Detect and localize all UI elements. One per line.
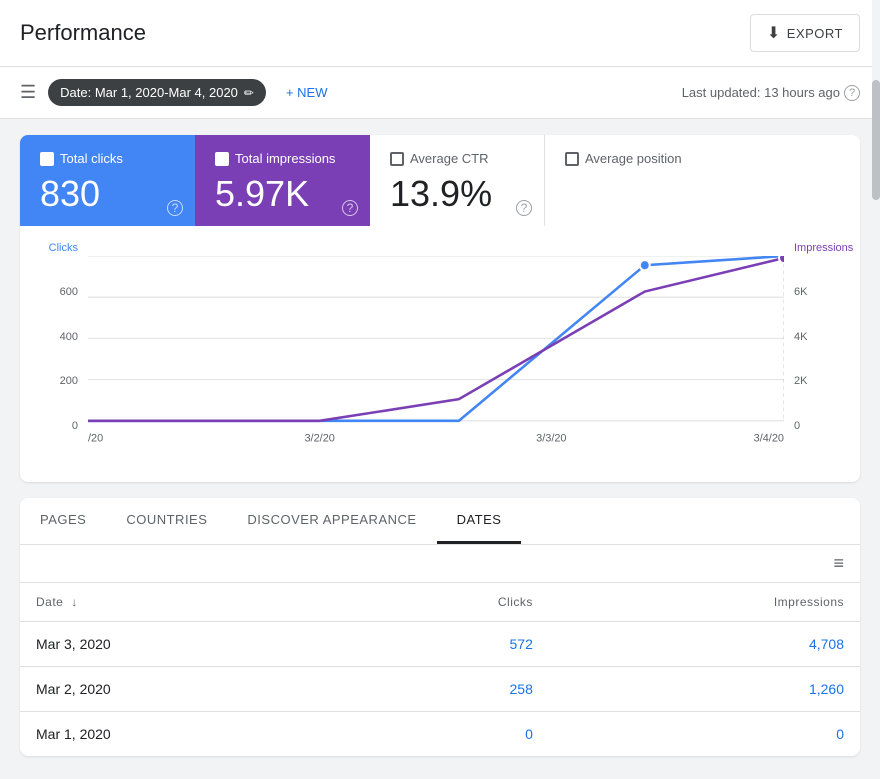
clicks-label-row: Total clicks xyxy=(40,151,175,166)
cell-clicks[interactable]: 0 xyxy=(345,711,549,756)
table-card: PAGES COUNTRIES DISCOVER APPEARANCE DATE… xyxy=(20,498,860,756)
impressions-checkbox[interactable] xyxy=(215,152,229,166)
impressions-label-row: Total impressions xyxy=(215,151,350,166)
toolbar: ☰ Date: Mar 1, 2020-Mar 4, 2020 ✏ + NEW … xyxy=(0,67,880,119)
impressions-label: Total impressions xyxy=(235,151,335,166)
cell-impressions[interactable]: 0 xyxy=(549,711,860,756)
app-container: Performance ⬇ EXPORT ☰ Date: Mar 1, 2020… xyxy=(0,0,880,779)
scrollbar-thumb[interactable] xyxy=(872,80,880,200)
sort-filter-icon[interactable]: ≡ xyxy=(833,553,844,574)
chart-area: Clicks 600 400 200 0 Impressions 6K 4K 2… xyxy=(20,226,860,482)
y-left-0: 0 xyxy=(40,420,78,432)
col-date[interactable]: Date ↓ xyxy=(20,583,345,622)
position-label: Average position xyxy=(585,151,682,166)
tabs-row: PAGES COUNTRIES DISCOVER APPEARANCE DATE… xyxy=(20,498,860,545)
clicks-label: Total clicks xyxy=(60,151,123,166)
y-left-400: 400 xyxy=(40,331,78,343)
clicks-help-icon[interactable]: ? xyxy=(167,200,183,216)
ctr-label-row: Average CTR xyxy=(390,151,524,166)
svg-text:3/2/20: 3/2/20 xyxy=(304,432,334,444)
y-right-4k: 4K xyxy=(794,331,840,343)
chart-wrapper: Clicks 600 400 200 0 Impressions 6K 4K 2… xyxy=(40,242,840,462)
position-label-row: Average position xyxy=(565,151,840,166)
metrics-row: Total clicks 830 ? Total impressions 5.9… xyxy=(20,135,860,226)
table-row: Mar 2, 2020 258 1,260 xyxy=(20,666,860,711)
chart-label-impressions: Impressions xyxy=(794,242,840,254)
y-right-6k: 6K xyxy=(794,286,840,298)
tab-countries[interactable]: COUNTRIES xyxy=(106,498,227,544)
cell-date: Mar 2, 2020 xyxy=(20,666,345,711)
tab-pages[interactable]: PAGES xyxy=(20,498,106,544)
chart-svg-wrapper: 3/1/20 3/2/20 3/3/20 3/4/20 xyxy=(88,256,784,462)
impressions-help-icon[interactable]: ? xyxy=(342,200,358,216)
tab-discover[interactable]: DISCOVER APPEARANCE xyxy=(227,498,436,544)
cell-clicks[interactable]: 258 xyxy=(345,666,549,711)
download-icon: ⬇ xyxy=(767,23,781,43)
table-row: Mar 3, 2020 572 4,708 xyxy=(20,621,860,666)
clicks-metric[interactable]: Total clicks 830 ? xyxy=(20,135,195,226)
new-filter-button[interactable]: + NEW xyxy=(278,79,336,106)
ctr-label: Average CTR xyxy=(410,151,489,166)
table-header-row: Date ↓ Clicks Impressions xyxy=(20,583,860,622)
y-left-200: 200 xyxy=(40,375,78,387)
position-checkbox[interactable] xyxy=(565,152,579,166)
chart-label-clicks: Clicks xyxy=(40,242,78,254)
cell-impressions[interactable]: 4,708 xyxy=(549,621,860,666)
ctr-metric[interactable]: Average CTR 13.9% ? xyxy=(370,135,545,226)
impressions-value: 5.97K xyxy=(215,174,350,214)
edit-icon: ✏ xyxy=(244,86,254,100)
ctr-checkbox[interactable] xyxy=(390,152,404,166)
svg-text:3/3/20: 3/3/20 xyxy=(536,432,566,444)
table-toolbar: ≡ xyxy=(20,545,860,583)
export-button[interactable]: ⬇ EXPORT xyxy=(750,14,860,52)
tab-dates[interactable]: DATES xyxy=(437,498,522,544)
cell-clicks[interactable]: 572 xyxy=(345,621,549,666)
metrics-card: Total clicks 830 ? Total impressions 5.9… xyxy=(20,135,860,482)
y-left-600: 600 xyxy=(40,286,78,298)
svg-text:3/1/20: 3/1/20 xyxy=(88,432,103,444)
svg-text:3/4/20: 3/4/20 xyxy=(754,432,784,444)
cell-impressions[interactable]: 1,260 xyxy=(549,666,860,711)
page-header: Performance ⬇ EXPORT xyxy=(0,0,880,67)
page-title: Performance xyxy=(20,20,146,46)
cell-date: Mar 1, 2020 xyxy=(20,711,345,756)
date-range-chip[interactable]: Date: Mar 1, 2020-Mar 4, 2020 ✏ xyxy=(48,79,266,106)
ctr-value: 13.9% xyxy=(390,174,524,214)
clicks-value: 830 xyxy=(40,174,175,214)
chart-svg: 3/1/20 3/2/20 3/3/20 3/4/20 xyxy=(88,256,784,462)
help-icon[interactable]: ? xyxy=(844,85,860,101)
col-impressions: Impressions xyxy=(549,583,860,622)
toolbar-left: ☰ Date: Mar 1, 2020-Mar 4, 2020 ✏ + NEW xyxy=(20,79,336,106)
main-content: Total clicks 830 ? Total impressions 5.9… xyxy=(0,119,880,772)
date-range-label: Date: Mar 1, 2020-Mar 4, 2020 xyxy=(60,85,238,100)
filter-icon[interactable]: ☰ xyxy=(20,82,36,103)
table-body: Mar 3, 2020 572 4,708 Mar 2, 2020 258 1,… xyxy=(20,621,860,756)
col-clicks: Clicks xyxy=(345,583,549,622)
impressions-metric[interactable]: Total impressions 5.97K ? xyxy=(195,135,370,226)
ctr-help-icon[interactable]: ? xyxy=(516,200,532,216)
position-metric[interactable]: Average position xyxy=(545,135,860,226)
y-right-0: 0 xyxy=(794,420,840,432)
sort-arrow-icon: ↓ xyxy=(71,595,78,609)
last-updated-text: Last updated: 13 hours ago xyxy=(682,85,840,100)
y-right-2k: 2K xyxy=(794,375,840,387)
scrollbar-track xyxy=(872,0,880,779)
table-row: Mar 1, 2020 0 0 xyxy=(20,711,860,756)
toolbar-right: Last updated: 13 hours ago ? xyxy=(682,85,860,101)
clicks-checkbox[interactable] xyxy=(40,152,54,166)
data-table: Date ↓ Clicks Impressions Mar 3, 2020 57… xyxy=(20,583,860,756)
cell-date: Mar 3, 2020 xyxy=(20,621,345,666)
